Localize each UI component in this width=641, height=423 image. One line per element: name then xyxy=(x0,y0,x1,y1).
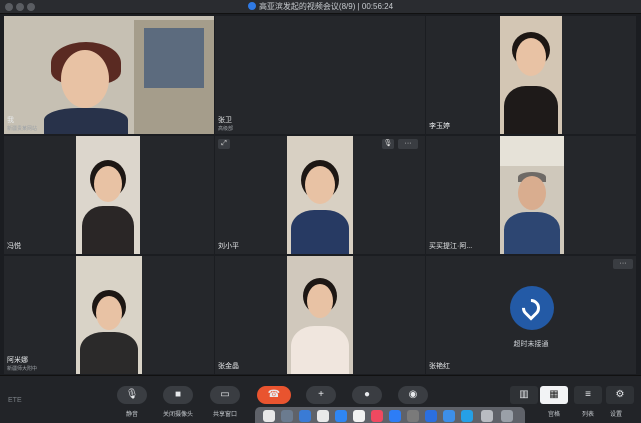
music-dock-icon[interactable] xyxy=(371,410,383,422)
participant-name: 刘小平 xyxy=(218,243,239,250)
participant-name: 买买提江·阿... xyxy=(429,243,473,250)
participant-name: 李玉婷 xyxy=(429,123,450,130)
participant-video xyxy=(500,136,564,254)
list-view-button[interactable]: ≡ xyxy=(574,386,602,404)
appstore-dock-icon[interactable] xyxy=(389,410,401,422)
calendar-dock-icon[interactable] xyxy=(353,410,365,422)
share-window-button[interactable]: ▭ xyxy=(210,386,240,404)
grid-layout-icon: ▦ xyxy=(549,389,559,400)
participant-tile[interactable]: 买买提江·阿... xyxy=(426,136,636,254)
hang-up-button[interactable]: ☎ xyxy=(257,386,291,404)
participant-video xyxy=(287,136,353,254)
call-status-text: 超时未接通 xyxy=(513,341,549,348)
participant-name: 张艳红 xyxy=(429,363,450,370)
message-dock-icon[interactable] xyxy=(443,410,455,422)
members-icon: ● xyxy=(363,389,371,400)
video-grid: 我 新疆贵某网站 张卫 高级部 李玉婷 冯悦 ⤢ 🎙 ··· 刘小平 买买提江·… xyxy=(4,16,637,374)
participant-tile[interactable]: 张金晶 xyxy=(215,256,425,374)
settings-button[interactable]: ⚙ xyxy=(606,386,634,404)
speaker-view-button[interactable]: ▥ xyxy=(510,386,538,404)
participant-tile[interactable]: ⤢ 🎙 ··· 刘小平 xyxy=(215,136,425,254)
hang-up-icon: ☎ xyxy=(267,389,281,400)
gear-icon: ⚙ xyxy=(615,389,625,400)
meeting-app-dock-icon[interactable] xyxy=(425,410,437,422)
os-dock xyxy=(255,407,525,423)
fullscreen-button[interactable]: ⤢ xyxy=(218,139,230,149)
add-member-button[interactable]: + xyxy=(306,386,336,404)
participant-video xyxy=(287,256,353,374)
mic-icon[interactable]: 🎙 xyxy=(382,139,394,149)
participant-name: 冯悦 xyxy=(7,243,21,250)
window-title: 高亚滨发起的视频会议(8/9) | 00:56:24 xyxy=(0,1,641,12)
participant-tile[interactable]: 张卫 高级部 xyxy=(215,16,425,134)
settings-dock-icon[interactable] xyxy=(407,410,419,422)
more-options-button[interactable]: ··· xyxy=(398,139,418,149)
telegram-dock-icon[interactable] xyxy=(461,410,473,422)
list-layout-icon: ≡ xyxy=(585,389,591,400)
add-user-icon: + xyxy=(318,389,324,400)
trash-dock-icon[interactable] xyxy=(501,410,513,422)
app-logo-icon xyxy=(247,2,256,10)
participant-tile[interactable]: ··· 超时未接通 张艳红 xyxy=(426,256,636,374)
share-label: 共享窗口 xyxy=(212,412,237,418)
participant-video xyxy=(4,16,214,134)
launchpad-dock-icon[interactable] xyxy=(281,410,293,422)
window-title-text: 高亚滨发起的视频会议(8/9) | 00:56:24 xyxy=(258,2,394,11)
members-button[interactable]: ● xyxy=(352,386,382,404)
participant-tile[interactable]: 冯悦 xyxy=(4,136,214,254)
participant-org: 新疆师大附中 xyxy=(7,366,38,372)
mute-button[interactable]: 🎙 xyxy=(117,386,147,404)
participant-name: 阿米娜 xyxy=(7,357,28,364)
screen-share-icon: ▭ xyxy=(220,389,230,400)
participant-video xyxy=(76,136,140,254)
participant-tile[interactable]: 阿米娜 新疆师大附中 xyxy=(4,256,214,374)
participant-name: 张金晶 xyxy=(218,363,239,370)
window-titlebar: 高亚滨发起的视频会议(8/9) | 00:56:24 xyxy=(0,0,641,14)
participant-tile[interactable]: 李玉婷 xyxy=(426,16,636,134)
record-button[interactable]: ◉ xyxy=(398,386,428,404)
chrome-dock-icon[interactable] xyxy=(317,410,329,422)
downloads-dock-icon[interactable] xyxy=(481,410,493,422)
participant-name: 我 xyxy=(7,117,14,124)
grid-view-button[interactable]: ▦ xyxy=(540,386,568,404)
camera-label: 关闭摄像头 xyxy=(162,412,193,418)
participant-name: 张卫 xyxy=(218,117,232,124)
more-options-button[interactable]: ··· xyxy=(613,259,633,269)
microphone-icon: 🎙 xyxy=(125,389,139,400)
mute-label: 静音 xyxy=(125,412,138,418)
record-icon: ◉ xyxy=(408,389,418,400)
call-timeout-icon xyxy=(510,286,554,330)
brand-logo: ETE xyxy=(8,397,22,404)
camera-off-button[interactable]: ■ xyxy=(163,386,193,404)
camera-icon: ■ xyxy=(174,389,182,400)
participant-video xyxy=(76,256,142,374)
settings-label: 设置 xyxy=(609,412,622,418)
participant-org: 高级部 xyxy=(218,126,234,132)
participant-org: 新疆贵某网站 xyxy=(7,126,38,132)
speaker-layout-icon: ▥ xyxy=(519,389,529,400)
finder-dock-icon[interactable] xyxy=(263,410,275,422)
participant-video xyxy=(500,16,562,134)
safari-dock-icon[interactable] xyxy=(299,410,311,422)
app-dock-icon[interactable] xyxy=(335,410,347,422)
participant-tile[interactable]: 我 新疆贵某网站 xyxy=(4,16,214,134)
